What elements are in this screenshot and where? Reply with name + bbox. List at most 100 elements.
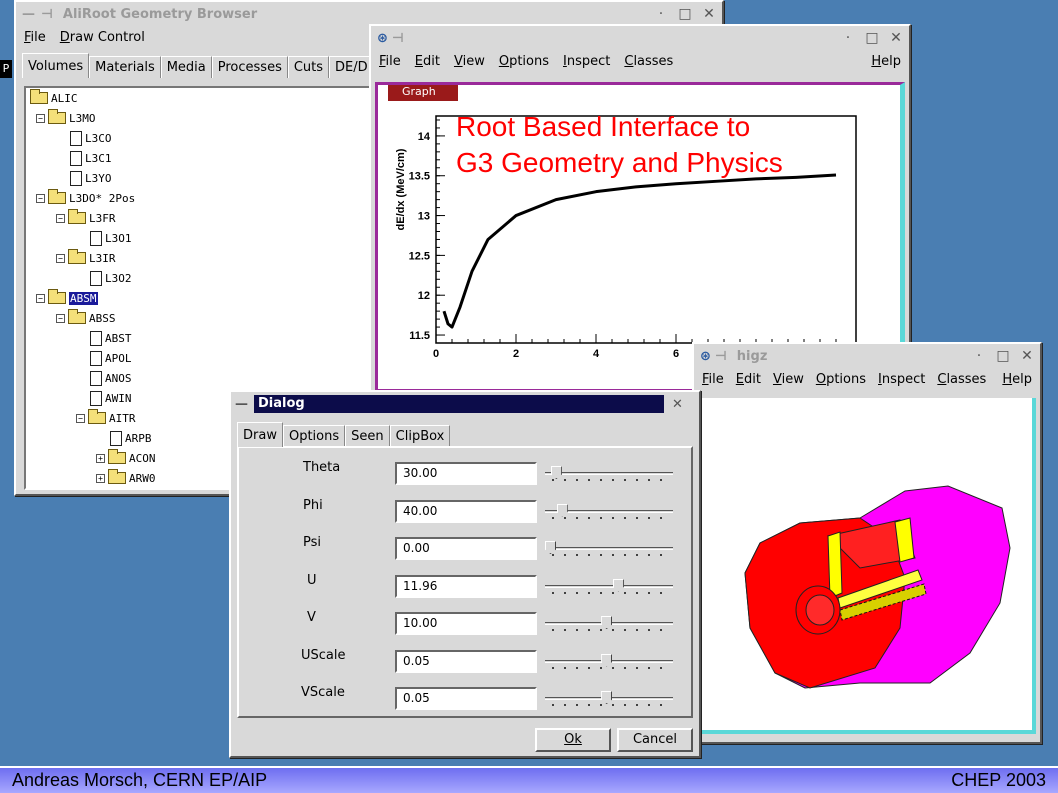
- pin-icon[interactable]: ⊣: [392, 31, 404, 46]
- collapse-icon[interactable]: −: [36, 193, 45, 203]
- expand-icon[interactable]: +: [96, 473, 105, 483]
- tree-node[interactable]: − ABSS: [56, 309, 116, 326]
- tree-node[interactable]: ANOS: [90, 370, 132, 386]
- close-icon[interactable]: ✕: [1020, 348, 1034, 364]
- value-slider[interactable]: [545, 541, 673, 559]
- value-slider[interactable]: [545, 503, 673, 522]
- tree-node-label: AWIN: [105, 391, 132, 405]
- tab-processes[interactable]: Processes: [211, 56, 288, 78]
- higz-window: ⊛ ⊣ higz · □ ✕ File Edit View Options In…: [692, 342, 1042, 744]
- graph-titlebar[interactable]: ⊛ ⊣ · □ ✕: [371, 26, 909, 50]
- tree-node[interactable]: AWIN: [90, 390, 132, 406]
- minimize-icon[interactable]: ·: [654, 6, 668, 22]
- minimize-icon[interactable]: ·: [972, 348, 986, 364]
- menu-help[interactable]: Help: [1002, 372, 1032, 387]
- tree-node[interactable]: L3YO: [70, 170, 112, 186]
- maximize-icon[interactable]: □: [996, 348, 1010, 364]
- tree-node[interactable]: L3O1: [90, 230, 132, 246]
- value-slider[interactable]: [545, 653, 673, 672]
- value-slider[interactable]: [545, 691, 673, 709]
- collapse-icon[interactable]: −: [56, 213, 65, 223]
- tab-volumes[interactable]: Volumes: [22, 53, 90, 78]
- folder-icon: [88, 409, 106, 424]
- tab-media[interactable]: Media: [160, 56, 212, 78]
- pin-icon[interactable]: ⊣: [715, 349, 727, 364]
- tree-node[interactable]: + ARW0: [96, 469, 156, 486]
- collapse-icon[interactable]: −: [56, 313, 65, 323]
- tree-node[interactable]: ABST: [90, 330, 132, 346]
- collapse-icon[interactable]: −: [36, 293, 45, 303]
- tab-de-dx[interactable]: DE/D: [329, 56, 374, 78]
- tab-seen[interactable]: Seen: [345, 425, 390, 447]
- tab-draw[interactable]: Draw: [237, 422, 283, 447]
- menu-options[interactable]: Options: [816, 372, 866, 387]
- value-field[interactable]: 0.05: [395, 687, 537, 710]
- value-slider[interactable]: [545, 616, 673, 634]
- cancel-button[interactable]: Cancel: [617, 728, 693, 752]
- tree-node[interactable]: L3O2: [90, 270, 132, 286]
- close-icon[interactable]: ✕: [672, 397, 683, 412]
- higz-canvas[interactable]: [700, 398, 1036, 734]
- collapse-icon[interactable]: −: [56, 253, 65, 263]
- menu-edit[interactable]: Edit: [415, 54, 440, 69]
- left-edge-marker: P: [0, 60, 12, 78]
- expand-icon[interactable]: +: [96, 453, 105, 463]
- ok-button[interactable]: Ok: [535, 728, 611, 752]
- tab-cuts[interactable]: Cuts: [287, 56, 330, 78]
- window-menu-icon[interactable]: —: [22, 7, 35, 22]
- menu-view[interactable]: View: [454, 54, 485, 69]
- tree-node-label: L3O2: [105, 271, 132, 285]
- tab-materials[interactable]: Materials: [89, 56, 161, 78]
- window-menu-icon[interactable]: —: [235, 397, 248, 412]
- higz-titlebar[interactable]: ⊛ ⊣ higz · □ ✕: [694, 344, 1040, 368]
- value-field[interactable]: 0.05: [395, 649, 537, 673]
- value-field[interactable]: 11.96: [395, 574, 537, 598]
- value-field[interactable]: 40.00: [395, 499, 537, 523]
- menu-view[interactable]: View: [773, 372, 804, 387]
- menu-help[interactable]: Help: [871, 54, 901, 69]
- browser-titlebar[interactable]: — ⊣ AliRoot Geometry Browser · □ ✕: [16, 2, 722, 26]
- value-slider[interactable]: [545, 578, 673, 597]
- menu-file[interactable]: File: [24, 30, 46, 45]
- folder-icon: [30, 89, 48, 104]
- root-logo-icon[interactable]: ⊛: [377, 31, 388, 46]
- menu-options[interactable]: Options: [499, 54, 549, 69]
- tree-node[interactable]: + ACON: [96, 449, 156, 466]
- root-logo-icon[interactable]: ⊛: [700, 349, 711, 364]
- maximize-icon[interactable]: □: [865, 30, 879, 46]
- value-field[interactable]: 0.00: [395, 537, 537, 560]
- tree-node[interactable]: − L3IR: [56, 249, 116, 266]
- tree-node[interactable]: − L3MO: [36, 109, 96, 126]
- tree-node[interactable]: − L3DO* 2Pos: [36, 189, 135, 206]
- tree-node[interactable]: L3C1: [70, 150, 112, 166]
- menu-classes[interactable]: Classes: [624, 54, 673, 69]
- value-field[interactable]: 30.00: [395, 462, 537, 485]
- collapse-icon[interactable]: −: [36, 113, 45, 123]
- collapse-icon[interactable]: −: [76, 413, 85, 423]
- pin-icon[interactable]: ⊣: [41, 7, 53, 22]
- tree-node[interactable]: − AITR: [76, 409, 136, 426]
- tree-node[interactable]: L3CO: [70, 130, 112, 146]
- menu-file[interactable]: File: [702, 372, 724, 387]
- tree-node[interactable]: − L3FR: [56, 209, 116, 226]
- menu-edit[interactable]: Edit: [736, 372, 761, 387]
- minimize-icon[interactable]: ·: [841, 30, 855, 46]
- maximize-icon[interactable]: □: [678, 6, 692, 22]
- close-icon[interactable]: ✕: [889, 30, 903, 46]
- tree-node[interactable]: ALIC: [30, 89, 78, 106]
- tab-options[interactable]: Options: [282, 425, 346, 447]
- tree-node[interactable]: ARPB: [110, 430, 152, 446]
- menu-inspect[interactable]: Inspect: [563, 54, 610, 69]
- tree-node-label: ALIC: [51, 91, 78, 105]
- menu-inspect[interactable]: Inspect: [878, 372, 925, 387]
- close-icon[interactable]: ✕: [702, 6, 716, 22]
- tab-clipbox[interactable]: ClipBox: [389, 425, 451, 447]
- dialog-titlebar[interactable]: — Dialog ✕: [231, 392, 699, 416]
- tree-node[interactable]: − ABSM: [36, 289, 98, 306]
- menu-draw-control[interactable]: Draw Control: [60, 30, 145, 45]
- tree-node[interactable]: APOL: [90, 350, 132, 366]
- menu-file[interactable]: File: [379, 54, 401, 69]
- value-slider[interactable]: [545, 466, 673, 484]
- value-field[interactable]: 10.00: [395, 612, 537, 635]
- menu-classes[interactable]: Classes: [937, 372, 986, 387]
